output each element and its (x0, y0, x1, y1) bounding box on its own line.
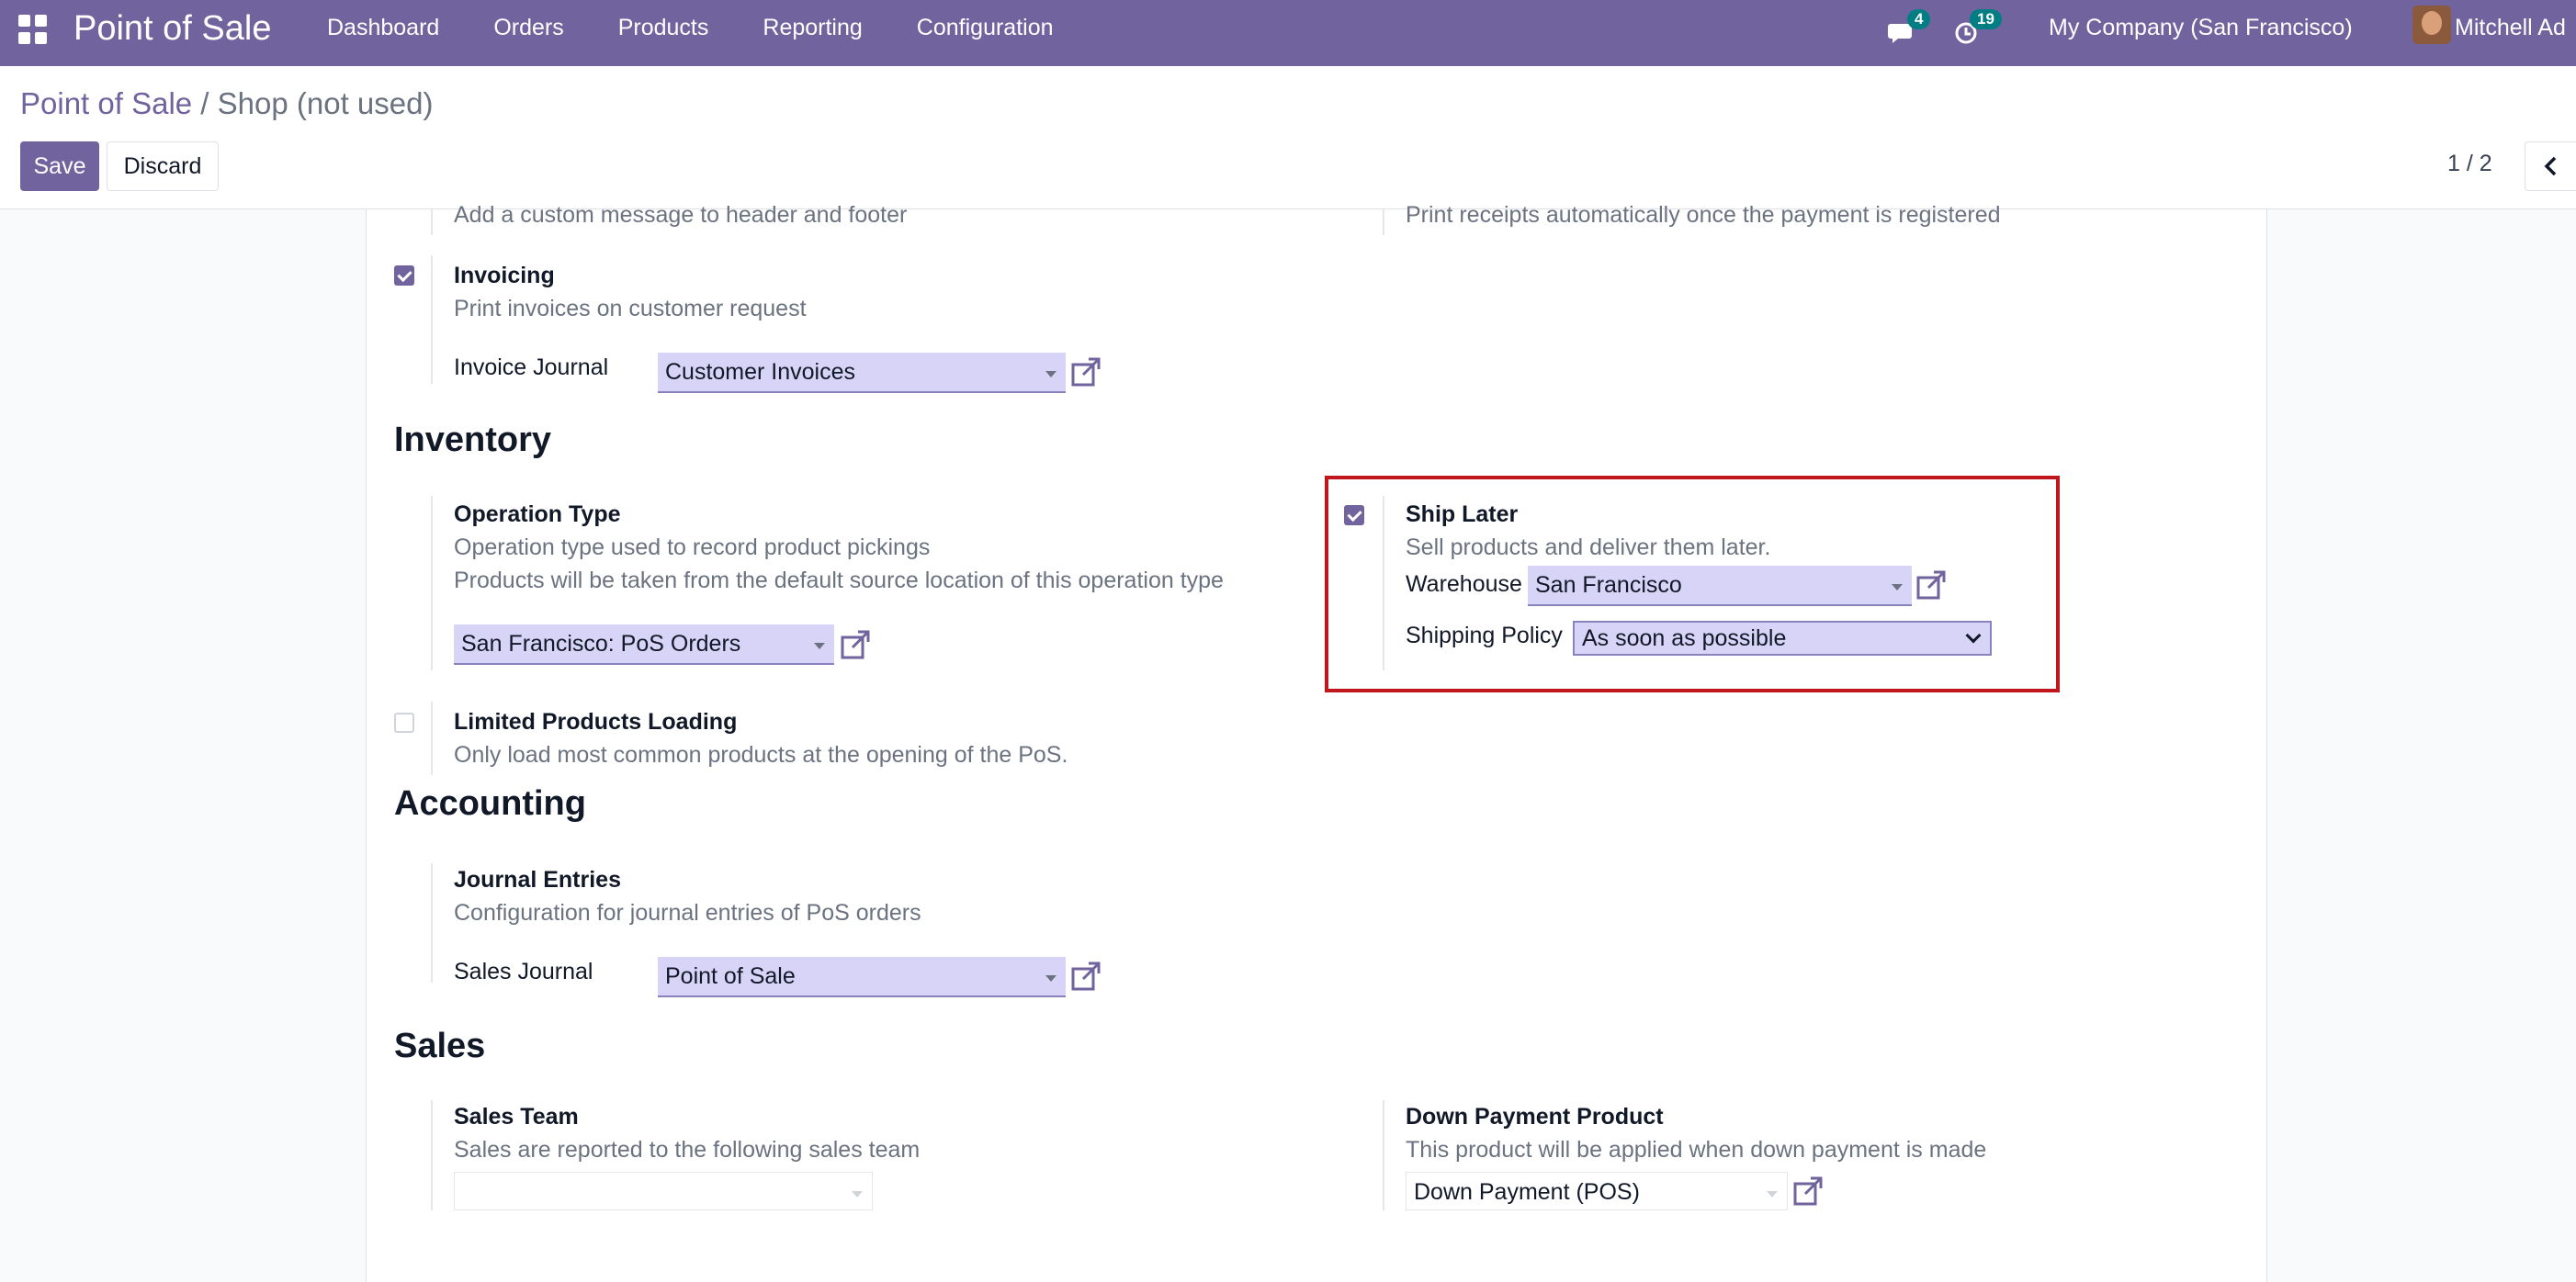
external-link-icon[interactable] (840, 629, 871, 660)
dropdown-caret-icon (814, 643, 825, 649)
external-link-icon[interactable] (1792, 1175, 1824, 1207)
divider (1383, 209, 1384, 235)
accounting-heading: Accounting (394, 784, 586, 823)
activity-clock-icon[interactable]: 19 (1951, 9, 2002, 50)
limited-loading-title: Limited Products Loading (454, 709, 738, 735)
invoicing-title: Invoicing (454, 263, 555, 288)
dropdown-caret-icon (1767, 1191, 1778, 1198)
menu-orders[interactable]: Orders (493, 15, 563, 41)
pager-previous-button[interactable] (2525, 141, 2576, 191)
divider (431, 209, 433, 235)
top-navbar: Point of Sale Dashboard Orders Products … (0, 0, 2576, 66)
down-payment-desc: This product will be applied when down p… (1406, 1137, 1987, 1163)
divider (431, 1100, 433, 1210)
divider (431, 255, 433, 384)
down-payment-title: Down Payment Product (1406, 1104, 1664, 1130)
user-avatar[interactable] (2412, 6, 2451, 44)
invoice-journal-label: Invoice Journal (454, 354, 609, 380)
external-link-icon[interactable] (1070, 356, 1102, 388)
operation-type-select[interactable]: San Francisco: PoS Orders (454, 624, 834, 665)
invoice-journal-value: Customer Invoices (665, 359, 856, 385)
ship-later-highlight-frame (1325, 476, 2060, 692)
auto-print-desc: Print receipts automatically once the pa… (1406, 202, 2001, 228)
operation-type-desc-2: Products will be taken from the default … (454, 568, 1224, 593)
operation-type-title: Operation Type (454, 501, 621, 527)
menu-configuration[interactable]: Configuration (917, 15, 1054, 41)
inventory-heading: Inventory (394, 421, 552, 459)
journal-entries-desc: Configuration for journal entries of PoS… (454, 900, 921, 926)
menu-dashboard[interactable]: Dashboard (327, 15, 439, 41)
sales-heading: Sales (394, 1027, 486, 1065)
main-menu: Dashboard Orders Products Reporting Conf… (327, 15, 1108, 41)
divider (431, 496, 433, 670)
operation-type-desc: Operation type used to record product pi… (454, 534, 931, 560)
invoice-journal-select[interactable]: Customer Invoices (658, 353, 1066, 393)
menu-products[interactable]: Products (618, 15, 709, 41)
control-panel: Point of Sale / Shop (not used) Save Dis… (0, 66, 2576, 209)
journal-entries-title: Journal Entries (454, 867, 621, 893)
breadcrumb: Point of Sale / Shop (not used) (20, 86, 433, 121)
dropdown-caret-icon (852, 1191, 863, 1198)
sales-team-desc: Sales are reported to the following sale… (454, 1137, 921, 1163)
sales-team-title: Sales Team (454, 1104, 579, 1130)
divider (1383, 1100, 1384, 1210)
divider (431, 702, 433, 775)
limited-loading-desc: Only load most common products at the op… (454, 742, 1068, 768)
sales-journal-value: Point of Sale (665, 963, 796, 989)
chevron-left-icon (2544, 156, 2556, 176)
menu-reporting[interactable]: Reporting (763, 15, 862, 41)
activity-count-badge: 19 (1970, 9, 2002, 29)
chat-icon[interactable]: 4 (1885, 9, 1931, 50)
limited-loading-checkbox[interactable] (394, 713, 414, 733)
pager-value[interactable]: 1 / 2 (2447, 151, 2492, 177)
app-name[interactable]: Point of Sale (73, 9, 271, 49)
breadcrumb-separator: / (200, 86, 209, 120)
down-payment-select[interactable]: Down Payment (POS) (1406, 1172, 1788, 1210)
external-link-icon[interactable] (1070, 961, 1102, 992)
sales-journal-label: Sales Journal (454, 959, 593, 984)
company-switcher[interactable]: My Company (San Francisco) (2049, 15, 2353, 41)
save-button[interactable]: Save (20, 141, 99, 191)
invoicing-desc: Print invoices on customer request (454, 296, 807, 321)
settings-sheet: Add a custom message to header and foote… (366, 202, 2267, 1282)
chat-count-badge: 4 (1907, 9, 1931, 29)
user-name[interactable]: Mitchell Ad (2455, 15, 2566, 41)
dropdown-caret-icon (1045, 975, 1056, 982)
invoicing-checkbox[interactable] (394, 265, 414, 286)
down-payment-value: Down Payment (POS) (1414, 1179, 1640, 1205)
header-footer-desc: Add a custom message to header and foote… (454, 202, 908, 228)
divider (431, 863, 433, 983)
sales-journal-select[interactable]: Point of Sale (658, 957, 1066, 997)
breadcrumb-parent-link[interactable]: Point of Sale (20, 86, 192, 120)
discard-button[interactable]: Discard (107, 141, 219, 191)
operation-type-value: San Francisco: PoS Orders (461, 631, 741, 657)
dropdown-caret-icon (1045, 371, 1056, 377)
sales-team-select[interactable] (454, 1172, 873, 1210)
apps-grid-icon[interactable] (18, 15, 48, 44)
breadcrumb-current: Shop (not used) (217, 86, 434, 120)
